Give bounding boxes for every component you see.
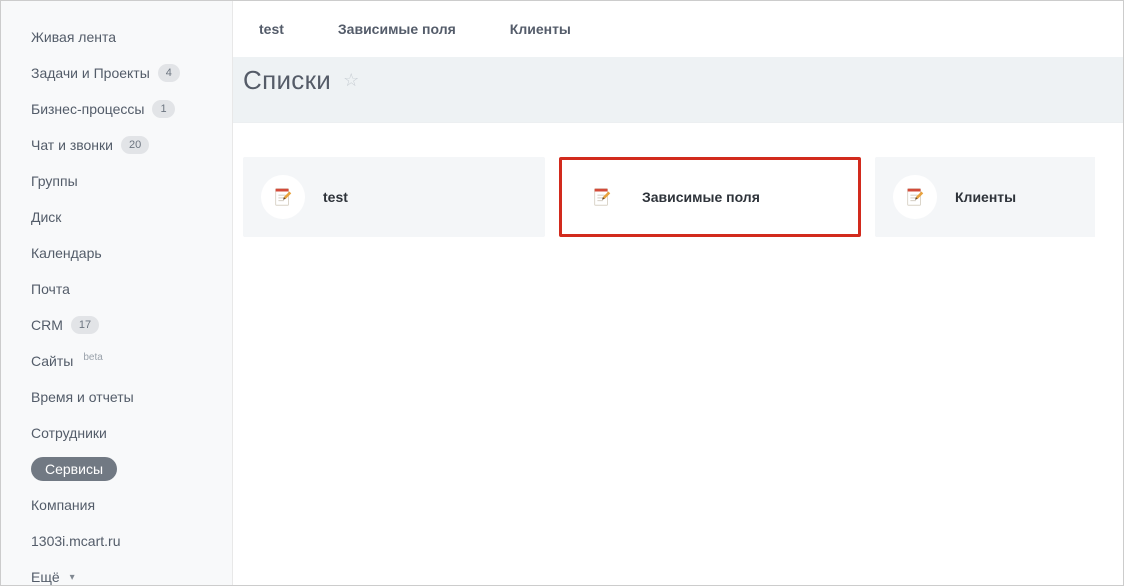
chevron-down-icon: ▾ [70, 572, 75, 583]
sidebar-item-label: Диск [31, 209, 61, 225]
list-card-clients[interactable]: Клиенты [875, 157, 1095, 237]
list-card-test[interactable]: test [243, 157, 545, 237]
tab-test[interactable]: test [259, 21, 284, 37]
sidebar-item-crm[interactable]: CRM 17 [1, 307, 232, 343]
sidebar-badge: 17 [71, 316, 99, 334]
sidebar-item-label: Сотрудники [31, 425, 107, 441]
star-icon[interactable]: ☆ [343, 70, 359, 91]
sidebar-item-services[interactable]: Сервисы [1, 451, 232, 487]
list-icon [261, 175, 305, 219]
tab-dependent-fields[interactable]: Зависимые поля [338, 21, 456, 37]
card-label: test [323, 189, 348, 205]
sidebar-item-sites[interactable]: Сайты beta [1, 343, 232, 379]
list-icon [580, 175, 624, 219]
card-label: Зависимые поля [642, 189, 760, 205]
sidebar-item-tasks[interactable]: Задачи и Проекты 4 [1, 55, 232, 91]
sidebar-item-disk[interactable]: Диск [1, 199, 232, 235]
notepad-icon [272, 186, 294, 208]
sidebar-item-label: Время и отчеты [31, 389, 134, 405]
sidebar-item-processes[interactable]: Бизнес-процессы 1 [1, 91, 232, 127]
sidebar-item-calendar[interactable]: Календарь [1, 235, 232, 271]
sidebar-item-domain[interactable]: 1303i.mcart.ru [1, 523, 232, 559]
titlebar: Списки ☆ [233, 57, 1123, 123]
page-title: Списки [243, 65, 331, 96]
sidebar-item-label: CRM [31, 317, 63, 333]
notepad-icon [591, 186, 613, 208]
sidebar-item-label: Бизнес-процессы [31, 101, 144, 117]
sidebar-item-sup: beta [83, 352, 102, 363]
sidebar-item-label: Задачи и Проекты [31, 65, 150, 81]
sidebar-item-label: Группы [31, 173, 78, 189]
sidebar-item-label: Календарь [31, 245, 102, 261]
sidebar-item-time[interactable]: Время и отчеты [1, 379, 232, 415]
sidebar-badge: 4 [158, 64, 180, 82]
main-area: test Зависимые поля Клиенты Списки ☆ [233, 1, 1123, 585]
cards-row: test Зависимые поля [233, 123, 1123, 237]
sidebar: Живая лента Задачи и Проекты 4 Бизнес-пр… [1, 1, 233, 585]
sidebar-item-groups[interactable]: Группы [1, 163, 232, 199]
sidebar-item-company[interactable]: Компания [1, 487, 232, 523]
notepad-icon [904, 186, 926, 208]
sidebar-item-more[interactable]: Ещё ▾ [1, 559, 232, 585]
sidebar-item-label: Почта [31, 281, 70, 297]
list-card-dependent-fields[interactable]: Зависимые поля [559, 157, 861, 237]
sidebar-item-feed[interactable]: Живая лента [1, 19, 232, 55]
sidebar-item-employees[interactable]: Сотрудники [1, 415, 232, 451]
list-icon [893, 175, 937, 219]
sidebar-item-label: Сайты [31, 353, 73, 369]
sidebar-item-label: Сервисы [31, 457, 117, 481]
sidebar-item-label: Живая лента [31, 29, 116, 45]
tab-clients[interactable]: Клиенты [510, 21, 571, 37]
sidebar-item-label: Компания [31, 497, 95, 513]
sidebar-item-mail[interactable]: Почта [1, 271, 232, 307]
sidebar-item-label: 1303i.mcart.ru [31, 533, 120, 549]
topbar: test Зависимые поля Клиенты [233, 1, 1123, 57]
sidebar-item-chat[interactable]: Чат и звонки 20 [1, 127, 232, 163]
sidebar-badge: 1 [152, 100, 174, 118]
sidebar-item-label: Ещё [31, 569, 60, 585]
card-label: Клиенты [955, 189, 1016, 205]
sidebar-badge: 20 [121, 136, 149, 154]
sidebar-item-label: Чат и звонки [31, 137, 113, 153]
